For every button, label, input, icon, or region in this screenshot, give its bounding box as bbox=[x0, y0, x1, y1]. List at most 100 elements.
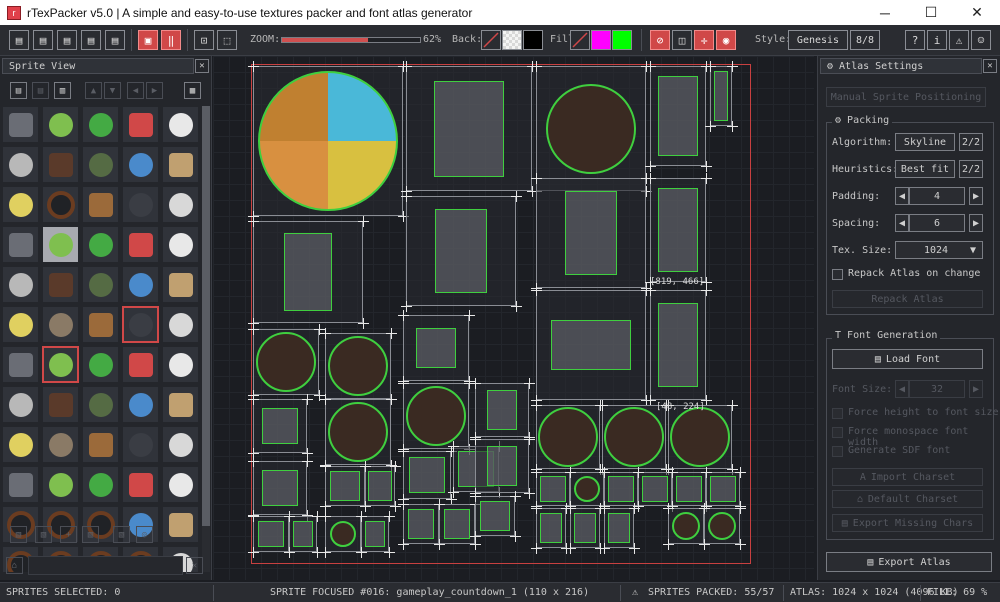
sprite-thumbnail[interactable] bbox=[42, 146, 79, 183]
corner-handle[interactable] bbox=[320, 511, 331, 522]
atlas-sprite[interactable] bbox=[475, 439, 529, 493]
corner-handle[interactable] bbox=[633, 467, 644, 478]
corner-handle[interactable] bbox=[398, 446, 409, 457]
sprite-scrollbar-thumb[interactable] bbox=[202, 106, 210, 526]
corner-handle[interactable] bbox=[248, 394, 259, 405]
sprite-thumbnail[interactable] bbox=[122, 306, 159, 343]
sprite-thumbnail[interactable] bbox=[82, 146, 119, 183]
sprite-thumbnail[interactable] bbox=[82, 106, 119, 143]
atlas-sprite[interactable] bbox=[406, 66, 532, 191]
heuristics-page[interactable]: 2/2 bbox=[959, 160, 983, 178]
padding-decrement-button[interactable]: ◀ bbox=[895, 187, 909, 205]
sprite-thumbnail[interactable] bbox=[2, 466, 39, 503]
sprite-scrollbar[interactable] bbox=[202, 106, 210, 572]
corner-handle[interactable] bbox=[384, 547, 395, 558]
corner-handle[interactable] bbox=[448, 441, 459, 452]
sprite-thumbnail[interactable] bbox=[2, 226, 39, 263]
sprite-thumbnail[interactable] bbox=[82, 466, 119, 503]
atlas-sprite[interactable] bbox=[536, 405, 600, 469]
corner-handle[interactable] bbox=[320, 547, 331, 558]
corner-handle[interactable] bbox=[524, 434, 535, 445]
corner-handle[interactable] bbox=[667, 467, 678, 478]
atlas-sprite[interactable] bbox=[710, 66, 732, 126]
tools-icon[interactable]: ‖ bbox=[161, 30, 181, 50]
sprite-thumbnail[interactable] bbox=[122, 186, 159, 223]
new-project-icon[interactable]: ▤ bbox=[9, 30, 29, 50]
back-checker-swatch[interactable] bbox=[502, 30, 522, 50]
algorithm-page[interactable]: 2/2 bbox=[959, 133, 983, 151]
load-font-button[interactable]: ▤ Load Font bbox=[832, 349, 983, 369]
help-icon[interactable]: ? bbox=[905, 30, 925, 50]
sprite-thumbnail[interactable] bbox=[162, 466, 199, 503]
atlas-sprite[interactable] bbox=[403, 504, 439, 544]
atlas-sprite[interactable] bbox=[570, 508, 600, 548]
grid-view-icon[interactable]: ▦ bbox=[184, 82, 201, 99]
corner-handle[interactable] bbox=[531, 61, 542, 72]
atlas-sprite[interactable] bbox=[536, 508, 566, 548]
corner-handle[interactable] bbox=[727, 400, 738, 411]
corner-handle[interactable] bbox=[735, 467, 746, 478]
open-project-icon[interactable]: ▤ bbox=[33, 30, 53, 50]
sprite-thumbnail[interactable] bbox=[82, 226, 119, 263]
corner-handle[interactable] bbox=[398, 539, 409, 550]
corner-handle[interactable] bbox=[565, 467, 576, 478]
sprite-thumbnail[interactable] bbox=[122, 106, 159, 143]
sprite-thumbnail[interactable] bbox=[122, 146, 159, 183]
algorithm-selector[interactable]: Skyline bbox=[895, 133, 955, 151]
sprite-thumbnail[interactable] bbox=[162, 346, 199, 383]
atlas-sprite[interactable] bbox=[668, 405, 732, 469]
corner-handle[interactable] bbox=[248, 547, 259, 558]
corner-handle[interactable] bbox=[248, 511, 259, 522]
sprite-thumbnail[interactable] bbox=[82, 426, 119, 463]
atlas-sprite[interactable] bbox=[403, 383, 469, 449]
fill-green-swatch[interactable] bbox=[612, 30, 632, 50]
corner-handle[interactable] bbox=[356, 511, 367, 522]
corner-handle[interactable] bbox=[645, 61, 656, 72]
corner-handle[interactable] bbox=[524, 488, 535, 499]
reset-view-icon[interactable]: ⬚ bbox=[217, 30, 237, 50]
atlas-sprite[interactable] bbox=[536, 178, 646, 288]
sprite-thumbnail[interactable] bbox=[2, 426, 39, 463]
corner-handle[interactable] bbox=[531, 285, 542, 296]
corner-handle[interactable] bbox=[511, 191, 522, 202]
corner-handle[interactable] bbox=[663, 539, 674, 550]
atlas-sprite[interactable] bbox=[604, 508, 634, 548]
atlas-sprite[interactable] bbox=[536, 290, 646, 400]
texsize-dropdown[interactable]: 1024 ▼ bbox=[895, 241, 983, 259]
sprite-thumbnail[interactable] bbox=[162, 106, 199, 143]
sprite-thumbnail[interactable] bbox=[42, 426, 79, 463]
export-icon[interactable]: ▤ bbox=[105, 30, 125, 50]
corner-handle[interactable] bbox=[599, 503, 610, 514]
corner-handle[interactable] bbox=[356, 547, 367, 558]
corner-handle[interactable] bbox=[727, 61, 738, 72]
atlas-sprite[interactable] bbox=[253, 399, 307, 453]
corner-handle[interactable] bbox=[510, 491, 521, 502]
corner-handle[interactable] bbox=[248, 324, 259, 335]
corner-handle[interactable] bbox=[248, 61, 259, 72]
atlas-sprite[interactable] bbox=[650, 290, 706, 400]
sprite-thumbnail[interactable] bbox=[162, 386, 199, 423]
sprite-thumbnail[interactable] bbox=[162, 306, 199, 343]
corner-handle[interactable] bbox=[284, 511, 295, 522]
load-sprites-icon[interactable]: ▤ bbox=[10, 82, 27, 99]
sprite-thumbnail[interactable] bbox=[2, 346, 39, 383]
sprite-thumbnail[interactable] bbox=[2, 306, 39, 343]
sprite-thumbnail[interactable] bbox=[42, 306, 79, 343]
sprite-thumbnail[interactable] bbox=[82, 346, 119, 383]
export-atlas-button[interactable]: ▤ Export Atlas bbox=[826, 552, 992, 572]
atlas-canvas[interactable]: [819, 466] [48, 224] bbox=[213, 56, 814, 580]
corner-handle[interactable] bbox=[565, 503, 576, 514]
corner-handle[interactable] bbox=[597, 400, 608, 411]
padding-value[interactable]: 4 bbox=[909, 187, 965, 205]
atlas-sprite[interactable] bbox=[253, 329, 319, 395]
corner-handle[interactable] bbox=[320, 328, 331, 339]
corner-handle[interactable] bbox=[701, 161, 712, 172]
corner-handle[interactable] bbox=[510, 531, 521, 542]
remove-sprite-icon[interactable]: ⊘ bbox=[650, 30, 670, 50]
fill-none-swatch[interactable] bbox=[570, 30, 590, 50]
corner-handle[interactable] bbox=[390, 461, 401, 472]
sprite-thumbnail[interactable] bbox=[122, 266, 159, 303]
corner-handle[interactable] bbox=[663, 503, 674, 514]
maximize-button[interactable]: ☐ bbox=[908, 0, 954, 25]
sprite-thumbnail[interactable] bbox=[122, 386, 159, 423]
